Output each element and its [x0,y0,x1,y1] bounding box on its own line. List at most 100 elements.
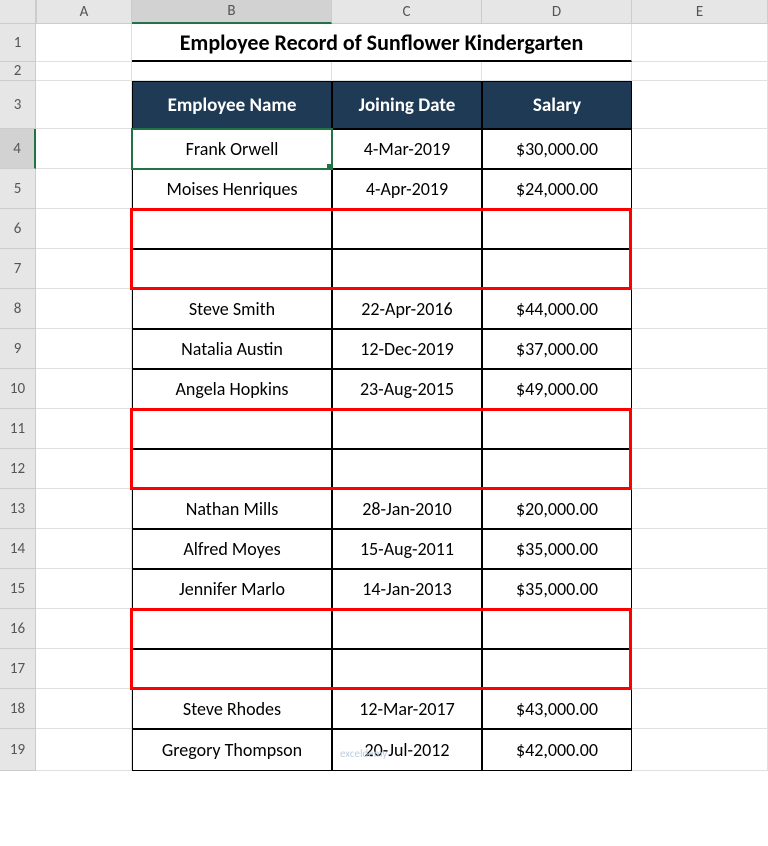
cell-B19[interactable]: Gregory Thompson [132,729,332,771]
cell-D13[interactable]: $20,000.00 [482,489,632,529]
cell-D9[interactable]: $37,000.00 [482,329,632,369]
cell-E15[interactable] [632,569,768,609]
cell-C15[interactable]: 14-Jan-2013 [332,569,482,609]
row-header-9[interactable]: 9 [0,329,36,369]
cell-D10[interactable]: $49,000.00 [482,369,632,409]
cell-A18[interactable] [36,689,132,729]
cell-A14[interactable] [36,529,132,569]
cell-B10[interactable]: Angela Hopkins [132,369,332,409]
cell-E3[interactable] [632,81,768,129]
row-header-1[interactable]: 1 [0,24,36,62]
cell-E10[interactable] [632,369,768,409]
header-name[interactable]: Employee Name [132,81,332,129]
cell-D16[interactable] [482,609,632,649]
column-header-E[interactable]: E [632,0,768,24]
row-header-16[interactable]: 16 [0,609,36,649]
cell-B6[interactable] [132,209,332,249]
row-header-5[interactable]: 5 [0,169,36,209]
row-header-19[interactable]: 19 [0,729,36,771]
cell-D15[interactable]: $35,000.00 [482,569,632,609]
cell-D4[interactable]: $30,000.00 [482,129,632,169]
cell-C17[interactable] [332,649,482,689]
row-header-12[interactable]: 12 [0,449,36,489]
cell-E4[interactable] [632,129,768,169]
cell-B12[interactable] [132,449,332,489]
row-header-8[interactable]: 8 [0,289,36,329]
cell-E12[interactable] [632,449,768,489]
cell-D11[interactable] [482,409,632,449]
cell-C7[interactable] [332,249,482,289]
cell-A5[interactable] [36,169,132,209]
cell-E1[interactable] [632,24,768,62]
cell-A7[interactable] [36,249,132,289]
row-header-14[interactable]: 14 [0,529,36,569]
cell-D7[interactable] [482,249,632,289]
cell-B17[interactable] [132,649,332,689]
cell-C10[interactable]: 23-Aug-2015 [332,369,482,409]
cell-B4[interactable]: Frank Orwell [132,129,332,169]
cell-A3[interactable] [36,81,132,129]
select-all-corner[interactable] [0,0,36,24]
cell-B13[interactable]: Nathan Mills [132,489,332,529]
cell-A12[interactable] [36,449,132,489]
cell-A6[interactable] [36,209,132,249]
cell-C8[interactable]: 22-Apr-2016 [332,289,482,329]
column-header-C[interactable]: C [332,0,482,24]
cell-E18[interactable] [632,689,768,729]
cell-A19[interactable] [36,729,132,771]
cell-C12[interactable] [332,449,482,489]
cell-E17[interactable] [632,649,768,689]
cell-E11[interactable] [632,409,768,449]
cell-C4[interactable]: 4-Mar-2019 [332,129,482,169]
cell-C11[interactable] [332,409,482,449]
cell-C6[interactable] [332,209,482,249]
cell-E13[interactable] [632,489,768,529]
cell-D17[interactable] [482,649,632,689]
cell-B18[interactable]: Steve Rhodes [132,689,332,729]
cell-A4[interactable] [36,129,132,169]
cell-E9[interactable] [632,329,768,369]
cell-A17[interactable] [36,649,132,689]
cell-B14[interactable]: Alfred Moyes [132,529,332,569]
cell-D8[interactable]: $44,000.00 [482,289,632,329]
cell-A1[interactable] [36,24,132,62]
cell-A15[interactable] [36,569,132,609]
row-header-10[interactable]: 10 [0,369,36,409]
cell-E2[interactable] [632,62,768,81]
row-header-15[interactable]: 15 [0,569,36,609]
cell-B5[interactable]: Moises Henriques [132,169,332,209]
header-salary[interactable]: Salary [482,81,632,129]
row-header-13[interactable]: 13 [0,489,36,529]
cell-D14[interactable]: $35,000.00 [482,529,632,569]
cell-D2[interactable] [482,62,632,81]
cell-A8[interactable] [36,289,132,329]
row-header-2[interactable]: 2 [0,62,36,81]
cell-B7[interactable] [132,249,332,289]
cell-A11[interactable] [36,409,132,449]
cell-D12[interactable] [482,449,632,489]
cell-C2[interactable] [332,62,482,81]
row-header-4[interactable]: 4 [0,129,36,169]
cell-B9[interactable]: Natalia Austin [132,329,332,369]
cell-C16[interactable] [332,609,482,649]
column-header-D[interactable]: D [482,0,632,24]
cell-E6[interactable] [632,209,768,249]
cell-C5[interactable]: 4-Apr-2019 [332,169,482,209]
cell-E8[interactable] [632,289,768,329]
cell-E16[interactable] [632,609,768,649]
row-header-3[interactable]: 3 [0,81,36,129]
cell-D6[interactable] [482,209,632,249]
cell-A13[interactable] [36,489,132,529]
column-header-B[interactable]: B [132,0,332,24]
cell-A2[interactable] [36,62,132,81]
cell-C9[interactable]: 12-Dec-2019 [332,329,482,369]
cell-A9[interactable] [36,329,132,369]
cell-C14[interactable]: 15-Aug-2011 [332,529,482,569]
row-header-11[interactable]: 11 [0,409,36,449]
cell-E7[interactable] [632,249,768,289]
cell-E14[interactable] [632,529,768,569]
cell-E5[interactable] [632,169,768,209]
row-header-18[interactable]: 18 [0,689,36,729]
cell-D19[interactable]: $42,000.00 [482,729,632,771]
cell-B15[interactable]: Jennifer Marlo [132,569,332,609]
